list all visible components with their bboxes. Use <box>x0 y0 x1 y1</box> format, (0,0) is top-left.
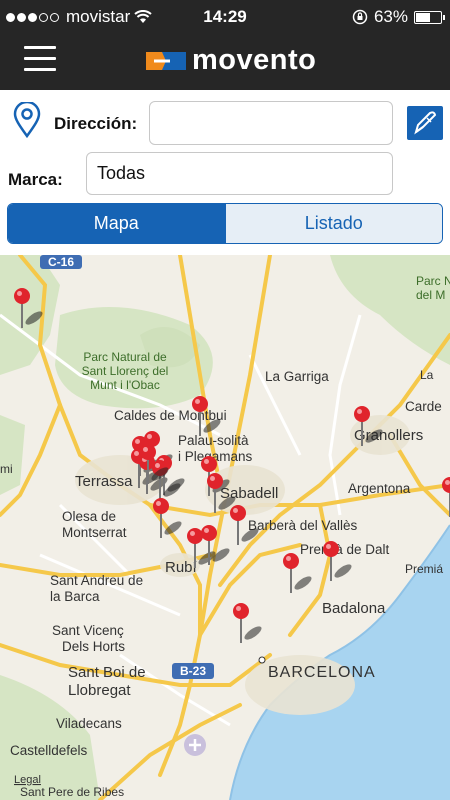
place-argentona: Argentona <box>348 481 411 496</box>
pen-icon <box>414 111 437 135</box>
road-shield-c16: C-16 <box>40 255 82 269</box>
brand-logo: movento <box>146 44 316 77</box>
place-sant-vicenc-1: Sant Vicenç <box>52 623 124 638</box>
place-barcelona: BARCELONA <box>268 664 376 681</box>
place-sant-pere: Sant Pere de Ribes <box>20 785 124 799</box>
address-label: Dirección: <box>54 114 138 133</box>
rotation-lock-icon <box>352 9 368 25</box>
tab-map[interactable]: Mapa <box>8 204 225 243</box>
search-form: Dirección: Marca: Todas Mapa Listado <box>0 90 450 255</box>
brand-filter-label: Marca: <box>8 170 63 189</box>
map-marker[interactable] <box>151 496 182 556</box>
battery-icon <box>414 10 445 24</box>
address-input[interactable] <box>149 101 393 145</box>
place-parc-top-right-1: Parc N <box>416 274 450 288</box>
place-sant-andreu-2: la Barca <box>50 589 100 604</box>
top-bar: movistar 14:29 63% movento <box>0 0 450 90</box>
map-marker[interactable] <box>12 286 43 346</box>
brand-select[interactable]: Todas <box>86 152 393 195</box>
map-marker[interactable] <box>199 523 230 583</box>
menu-button[interactable] <box>24 46 56 72</box>
place-parc-sant-llorenc-2: Sant Llorenç del <box>82 364 169 378</box>
road-shield-b23: B-23 <box>172 663 214 679</box>
place-sant-andreu-1: Sant Andreu de <box>50 573 143 588</box>
place-sant-boi-2: Llobregat <box>68 682 131 699</box>
legal-link[interactable]: Legal <box>14 774 41 786</box>
view-toggle: Mapa Listado <box>7 203 443 244</box>
map-view[interactable]: C-16 B-23 Parc Natural de Sant Llorenç d… <box>0 255 450 800</box>
tab-list[interactable]: Listado <box>224 204 442 243</box>
place-olesa-2: Montserrat <box>62 525 127 540</box>
edit-address-button[interactable] <box>407 106 443 140</box>
place-parc-sant-llorenc-1: Parc Natural de <box>83 350 167 364</box>
map-marker[interactable] <box>321 539 352 599</box>
place-premia: Premiá <box>405 562 443 576</box>
place-sant-boi-1: Sant Boi de <box>68 664 146 681</box>
location-pin-icon <box>13 102 41 138</box>
map-marker[interactable] <box>352 404 383 464</box>
map-marker[interactable] <box>138 442 169 502</box>
place-badalona: Badalona <box>322 600 386 617</box>
place-castelldefels: Castelldefels <box>10 743 88 758</box>
battery-percentage: 63% <box>373 7 408 26</box>
place-parc-sant-llorenc-3: Munt i l'Obac <box>90 378 160 392</box>
map-marker[interactable] <box>440 475 450 535</box>
place-terrassa: Terrassa <box>75 473 133 490</box>
place-la-roca: La <box>420 368 434 382</box>
place-sant-vicenc-2: Dels Horts <box>62 639 125 654</box>
svg-text:C-16: C-16 <box>48 255 74 269</box>
svg-text:B-23: B-23 <box>180 664 206 678</box>
map-marker[interactable] <box>231 601 262 661</box>
place-parc-top-right-2: del M <box>416 288 445 302</box>
map-marker[interactable] <box>190 394 221 454</box>
place-cardedeu: Carde <box>405 399 442 414</box>
brand-name: movento <box>192 44 317 76</box>
place-olesa-1: Olesa de <box>62 509 116 524</box>
map-marker[interactable] <box>281 551 312 611</box>
place-viladecans: Viladecans <box>56 716 122 731</box>
movento-logo-icon <box>146 51 186 70</box>
place-mi: mi <box>0 462 13 476</box>
status-bar: movistar 14:29 63% <box>0 0 450 34</box>
place-la-garriga: La Garriga <box>265 369 329 384</box>
